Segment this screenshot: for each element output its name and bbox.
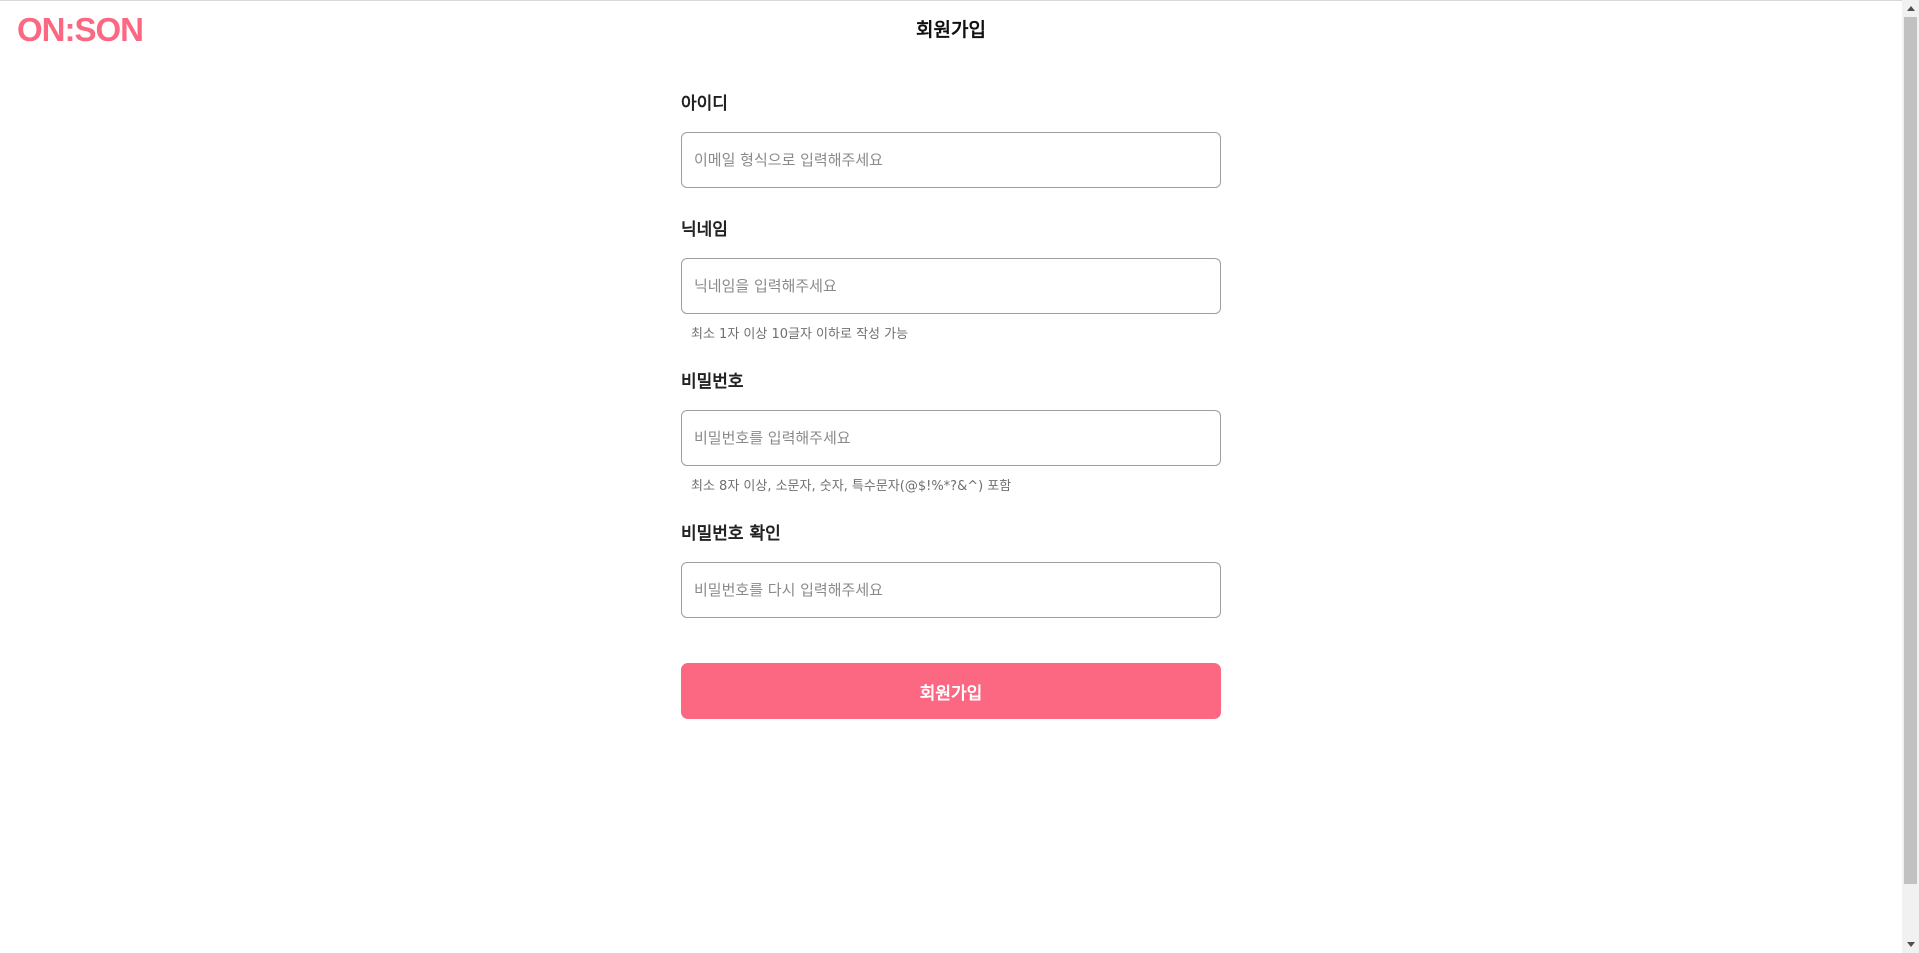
- scroll-down-arrow-icon[interactable]: [1902, 936, 1919, 953]
- nickname-hint: 최소 1자 이상 10글자 이하로 작성 가능: [691, 327, 909, 342]
- password-confirm-label: 비밀번호 확인: [681, 524, 781, 544]
- password-hint: 최소 8자 이상, 소문자, 숫자, 특수문자(@$!%*?&^) 포함: [691, 479, 1012, 494]
- id-input[interactable]: [681, 132, 1221, 188]
- nickname-input[interactable]: [681, 258, 1221, 314]
- nickname-label: 닉네임: [681, 220, 728, 240]
- password-label: 비밀번호: [681, 372, 744, 392]
- password-input[interactable]: [681, 410, 1221, 466]
- signup-button[interactable]: 회원가입: [681, 663, 1221, 719]
- signup-form: 아이디 닉네임 최소 1자 이상 10글자 이하로 작성 가능 비밀번호 최소 …: [681, 88, 1221, 719]
- vertical-scrollbar[interactable]: [1902, 0, 1919, 953]
- password-confirm-input[interactable]: [681, 562, 1221, 618]
- id-label: 아이디: [681, 94, 728, 114]
- page-title: 회원가입: [916, 19, 986, 41]
- scrollbar-thumb[interactable]: [1904, 17, 1917, 884]
- top-border: [0, 0, 1902, 1]
- scroll-up-arrow-icon[interactable]: [1902, 0, 1919, 17]
